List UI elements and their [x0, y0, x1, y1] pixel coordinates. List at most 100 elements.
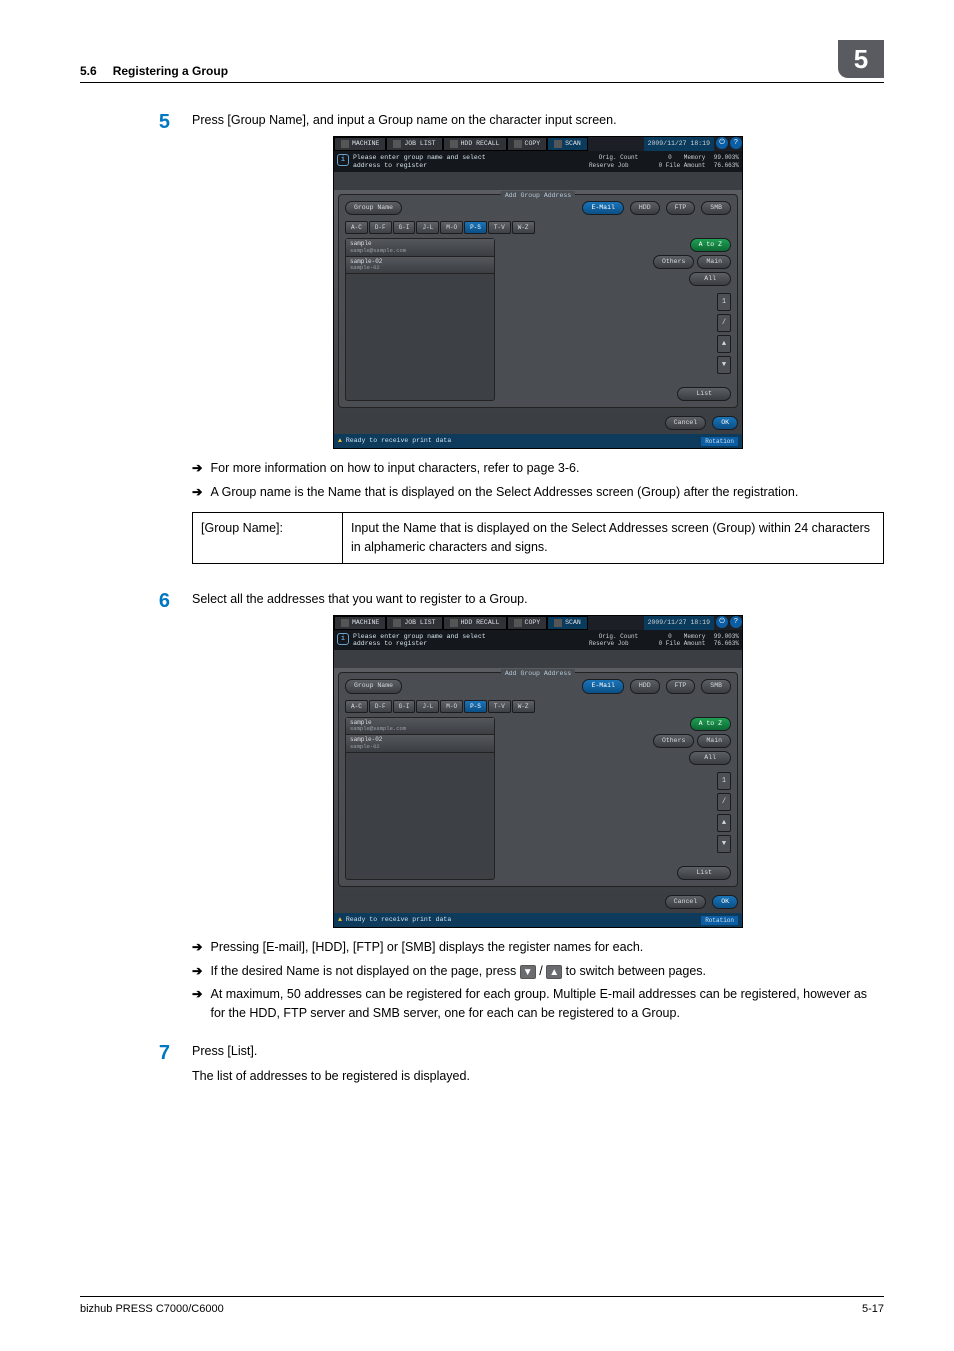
rotation-badge: Rotation [701, 916, 738, 925]
footer-product: bizhub PRESS C7000/C6000 [80, 1303, 224, 1315]
step-7-text2: The list of addresses to be registered i… [192, 1067, 884, 1086]
tab-smb[interactable]: SMB [701, 679, 731, 693]
note-text: At maximum, 50 addresses can be register… [210, 985, 884, 1024]
page-down-icon[interactable]: ▼ [717, 356, 731, 374]
alpha-tab[interactable]: D-F [369, 700, 392, 713]
arrow-icon: ➔ [192, 459, 202, 478]
top-joblist-button[interactable]: JOB LIST [386, 616, 442, 630]
power-icon[interactable]: ⏻ [716, 616, 728, 628]
alpha-tab[interactable]: T-V [488, 700, 511, 713]
group-name-button[interactable]: Group Name [345, 679, 402, 693]
main-button[interactable]: Main [697, 734, 731, 748]
list-item[interactable]: sample sample@sample.com [346, 239, 494, 257]
tab-ftp[interactable]: FTP [666, 201, 696, 215]
help-icon[interactable]: ? [730, 616, 742, 628]
alpha-tab[interactable]: M-O [440, 221, 463, 234]
top-scan-button[interactable]: SCAN [547, 616, 588, 630]
alpha-tab[interactable]: A-C [345, 221, 368, 234]
tab-email[interactable]: E-Mail [582, 679, 623, 693]
info-message: Please enter group name and selectaddres… [353, 633, 585, 647]
all-button[interactable]: All [689, 272, 731, 286]
top-machine-button[interactable]: MACHINE [334, 137, 386, 151]
info-icon: i [337, 633, 349, 645]
page-count: 1 [717, 772, 731, 790]
step-5-text: Press [Group Name], and input a Group na… [192, 111, 884, 130]
page-count: 1 [717, 293, 731, 311]
others-button[interactable]: Others [653, 734, 694, 748]
timestamp: 2009/11/27 18:19 [644, 137, 714, 151]
alpha-tabs: A-C D-F G-I J-L M-O P-S T-V W-Z [345, 700, 731, 713]
cancel-button[interactable]: Cancel [665, 416, 706, 430]
others-button[interactable]: Others [653, 255, 694, 269]
alpha-tab[interactable]: J-L [416, 221, 439, 234]
top-hddrecall-button[interactable]: HDD RECALL [443, 137, 507, 151]
atoz-button[interactable]: A to Z [690, 717, 731, 731]
note-text: If the desired Name is not displayed on … [210, 962, 706, 981]
help-icon[interactable]: ? [730, 137, 742, 149]
top-copy-button[interactable]: COPY [507, 616, 548, 630]
group-name-table: [Group Name]: Input the Name that is dis… [192, 512, 884, 564]
list-item[interactable]: sample-02 sample-02 [346, 735, 494, 753]
tab-smb[interactable]: SMB [701, 201, 731, 215]
cancel-button[interactable]: Cancel [665, 895, 706, 909]
device-screenshot-1: MACHINE JOB LIST HDD RECALL COPY SCAN 20… [333, 136, 743, 449]
top-scan-button[interactable]: SCAN [547, 137, 588, 151]
all-button[interactable]: All [689, 751, 731, 765]
footer-page: 5-17 [862, 1303, 884, 1315]
info-counters: Orig. Count 0 Memory 99.003% Reserve Job… [589, 154, 739, 168]
alpha-tab-selected[interactable]: P-S [464, 221, 487, 234]
page-slash: / [717, 314, 731, 332]
alpha-tab[interactable]: W-Z [512, 700, 535, 713]
alpha-tab[interactable]: A-C [345, 700, 368, 713]
power-icon[interactable]: ⏻ [716, 137, 728, 149]
list-button[interactable]: List [677, 387, 731, 401]
top-hddrecall-button[interactable]: HDD RECALL [443, 616, 507, 630]
note-text: For more information on how to input cha… [210, 459, 579, 478]
page-down-icon[interactable]: ▼ [717, 835, 731, 853]
alpha-tab[interactable]: J-L [416, 700, 439, 713]
warning-icon: ▲ [338, 915, 342, 925]
tab-hdd[interactable]: HDD [630, 679, 660, 693]
tab-hdd[interactable]: HDD [630, 201, 660, 215]
step-number-7: 7 [80, 1042, 170, 1093]
tab-email[interactable]: E-Mail [582, 201, 623, 215]
page-up-icon[interactable]: ▲ [717, 335, 731, 353]
page-up-icon[interactable]: ▲ [717, 814, 731, 832]
group-name-button[interactable]: Group Name [345, 201, 402, 215]
ok-button[interactable]: OK [712, 895, 738, 909]
device-screenshot-2: MACHINE JOB LIST HDD RECALL COPY SCAN 20… [333, 615, 743, 928]
section-number: 5.6 [80, 64, 97, 78]
down-arrow-icon: ▼ [520, 965, 536, 979]
top-copy-button[interactable]: COPY [507, 137, 548, 151]
table-desc: Input the Name that is displayed on the … [343, 513, 884, 564]
timestamp: 2009/11/27 18:19 [644, 616, 714, 630]
step-7-text: Press [List]. [192, 1042, 884, 1061]
list-button[interactable]: List [677, 866, 731, 880]
top-machine-button[interactable]: MACHINE [334, 616, 386, 630]
chapter-badge: 5 [838, 40, 884, 78]
tab-ftp[interactable]: FTP [666, 679, 696, 693]
main-button[interactable]: Main [697, 255, 731, 269]
section-title: Registering a Group [113, 64, 228, 78]
atoz-button[interactable]: A to Z [690, 238, 731, 252]
table-label: [Group Name]: [193, 513, 343, 564]
up-arrow-icon: ▲ [546, 965, 562, 979]
rotation-badge: Rotation [701, 437, 738, 446]
info-message: Please enter group name and selectaddres… [353, 154, 585, 168]
page-slash: / [717, 793, 731, 811]
address-list: sample sample@sample.com sample-02 sampl… [345, 717, 495, 880]
step-number-6: 6 [80, 590, 170, 1034]
alpha-tab[interactable]: T-V [488, 221, 511, 234]
top-joblist-button[interactable]: JOB LIST [386, 137, 442, 151]
alpha-tab[interactable]: M-O [440, 700, 463, 713]
alpha-tab[interactable]: D-F [369, 221, 392, 234]
alpha-tab[interactable]: G-I [393, 221, 416, 234]
alpha-tab[interactable]: W-Z [512, 221, 535, 234]
alpha-tab-selected[interactable]: P-S [464, 700, 487, 713]
step-6-text: Select all the addresses that you want t… [192, 590, 884, 609]
page-header: 5.6 Registering a Group 5 [80, 40, 884, 83]
list-item[interactable]: sample-02 sample-02 [346, 257, 494, 275]
ok-button[interactable]: OK [712, 416, 738, 430]
list-item[interactable]: sample sample@sample.com [346, 718, 494, 736]
alpha-tab[interactable]: G-I [393, 700, 416, 713]
